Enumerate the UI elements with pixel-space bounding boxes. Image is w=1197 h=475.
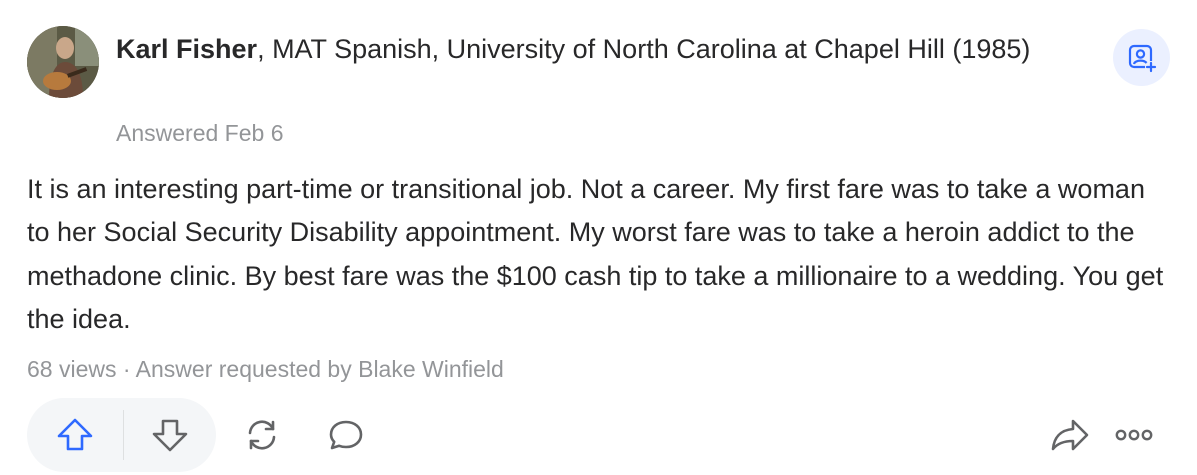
- share-arrow-icon: [1051, 419, 1089, 451]
- follow-author-button[interactable]: [1113, 29, 1170, 86]
- more-dots-icon: [1115, 429, 1153, 441]
- vote-group: [27, 398, 216, 472]
- reshare-icon: [248, 420, 276, 450]
- upvote-arrow-icon: [57, 418, 93, 451]
- follow-user-icon: [1128, 44, 1157, 73]
- author-credential[interactable]: , MAT Spanish, University of North Carol…: [257, 34, 1030, 64]
- upvote-button[interactable]: [27, 398, 123, 472]
- author-header: Karl Fisher, MAT Spanish, University of …: [116, 30, 1076, 68]
- author-avatar[interactable]: [27, 26, 99, 98]
- answer-meta: 68 views · Answer requested by Blake Win…: [27, 356, 504, 382]
- comment-bubble-icon: [329, 420, 363, 450]
- answer-text: It is an interesting part-time or transi…: [27, 174, 1164, 334]
- comment-button[interactable]: [318, 407, 374, 463]
- share-button[interactable]: [1042, 407, 1098, 463]
- answered-date[interactable]: Answered Feb 6: [116, 120, 283, 147]
- author-name-link[interactable]: Karl Fisher: [116, 34, 257, 64]
- more-options-button[interactable]: [1106, 407, 1162, 463]
- downvote-button[interactable]: [124, 398, 216, 472]
- profile-photo-icon: [27, 26, 99, 98]
- downvote-arrow-icon: [152, 419, 188, 452]
- reshare-button[interactable]: [234, 407, 290, 463]
